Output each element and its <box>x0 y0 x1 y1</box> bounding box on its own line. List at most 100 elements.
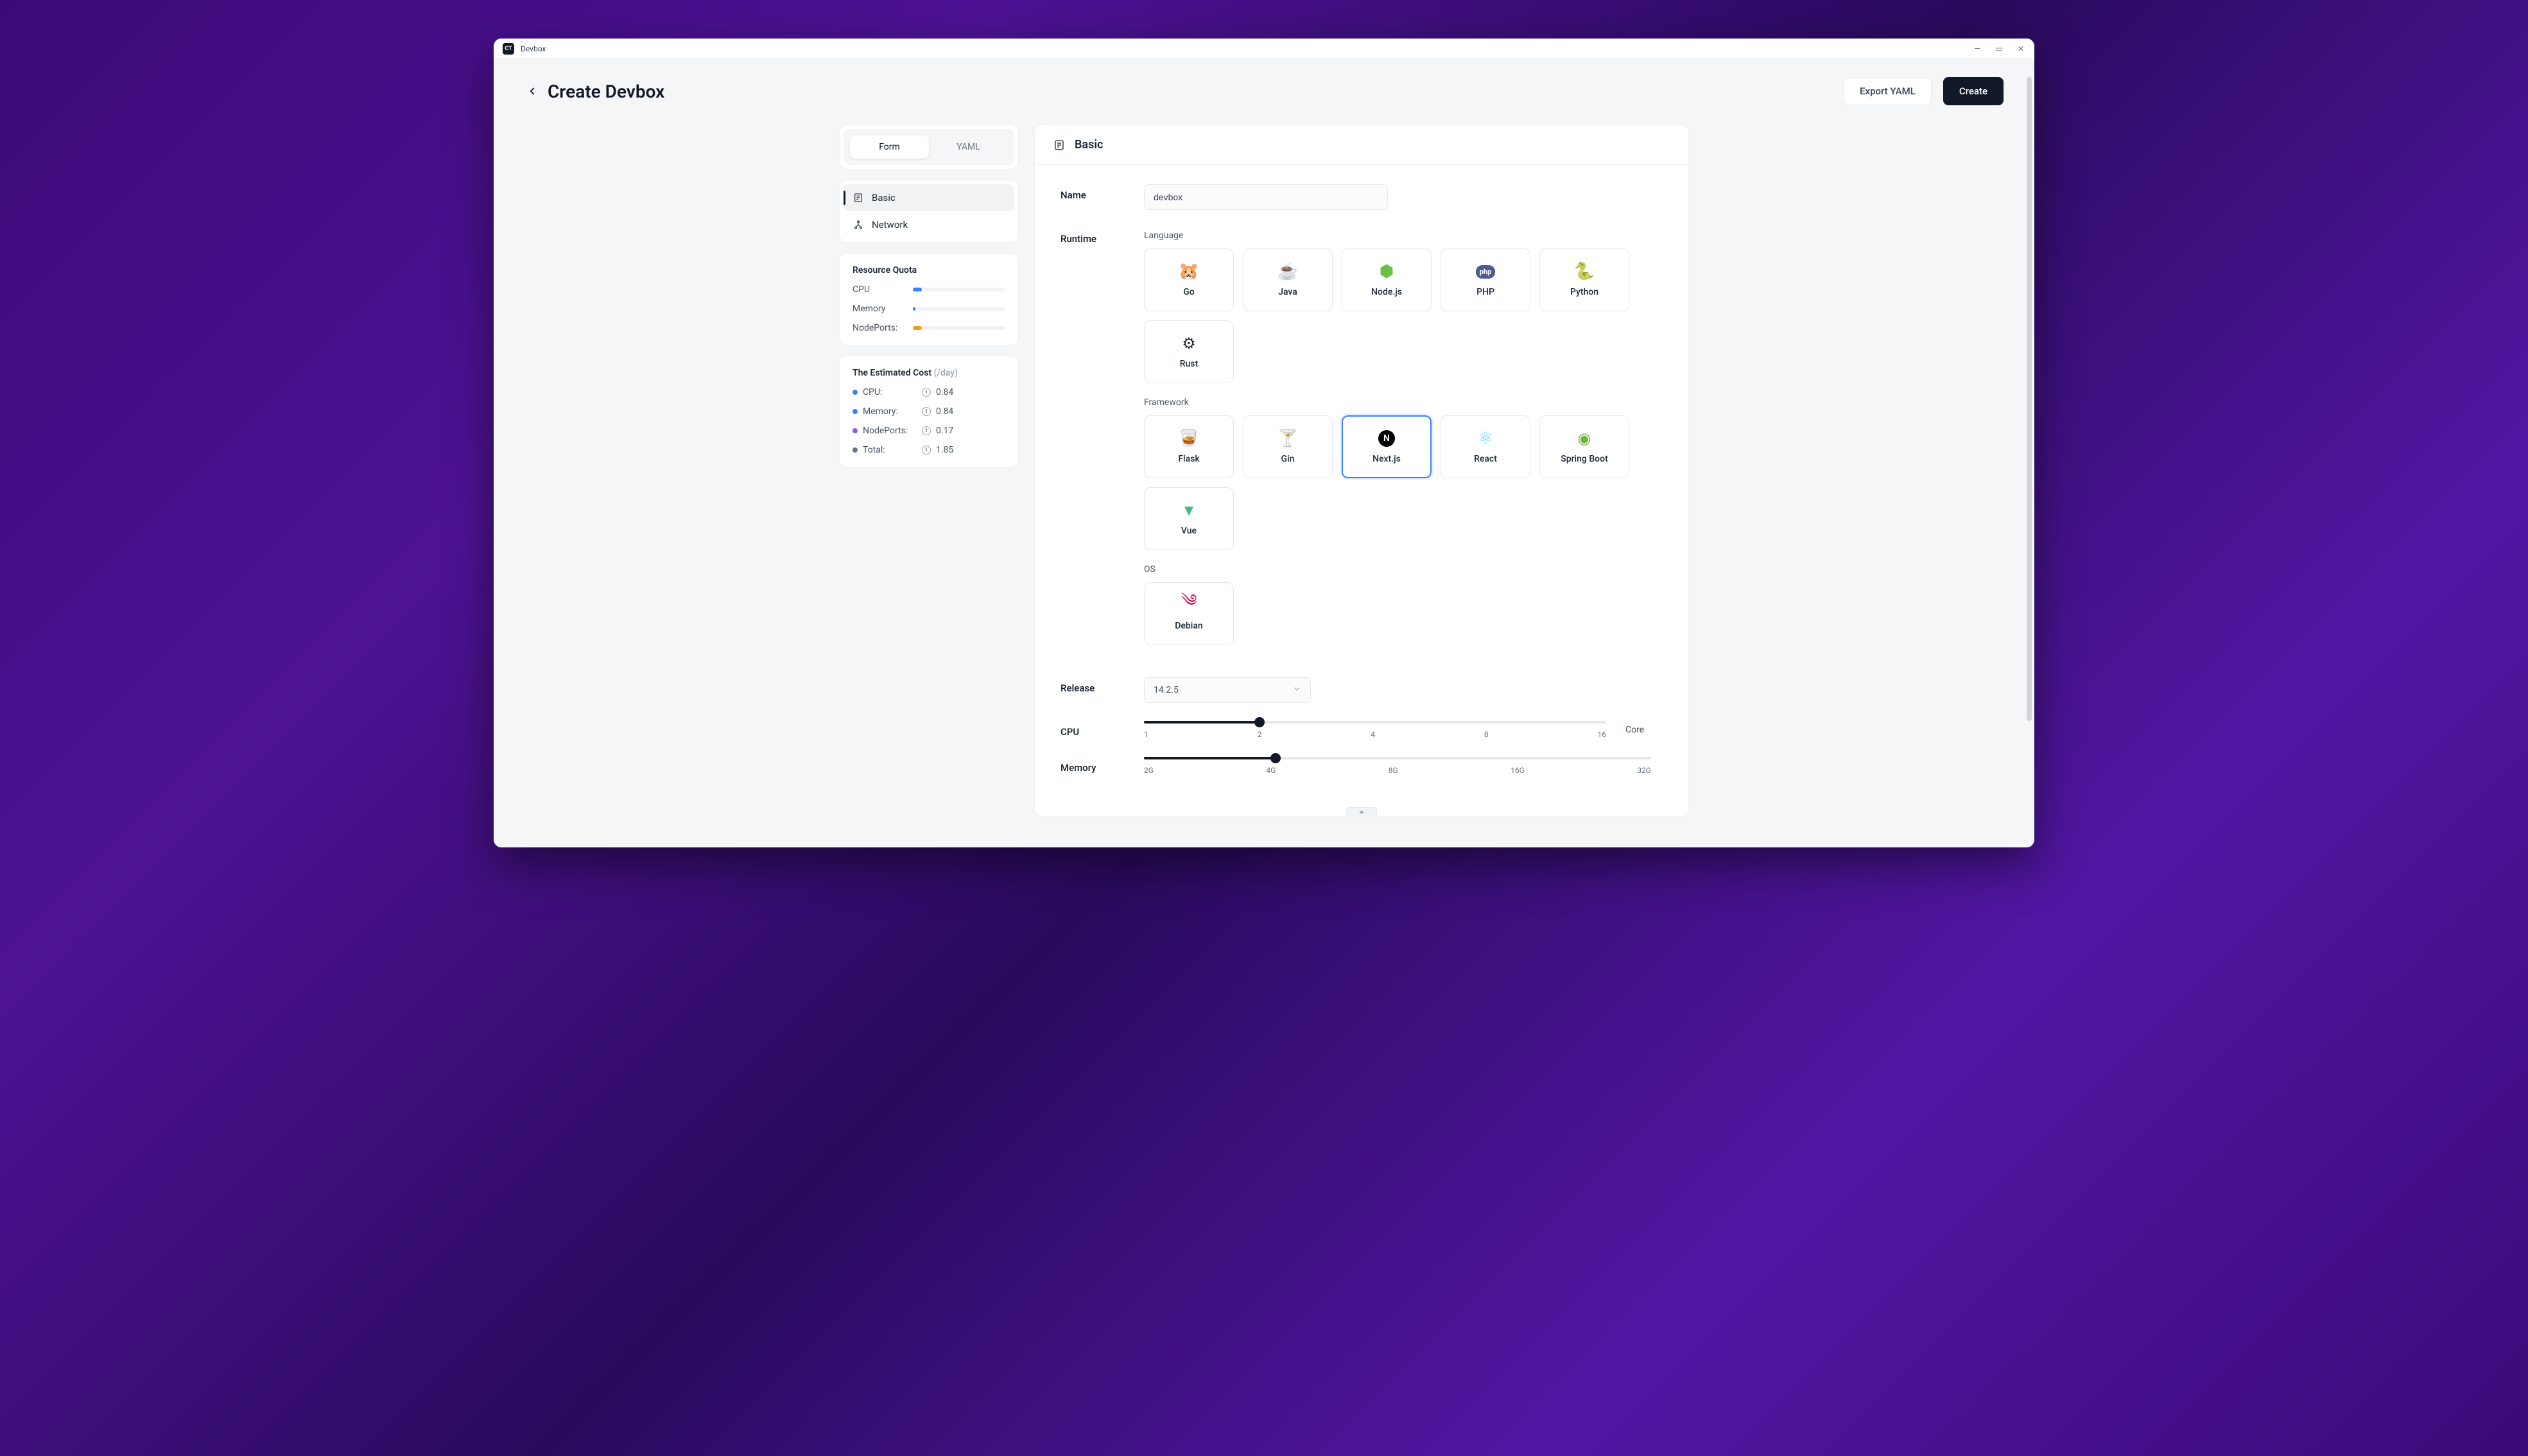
framework-tile-spring-boot[interactable]: ◉ Spring Boot <box>1539 415 1629 478</box>
name-label: Name <box>1061 184 1144 201</box>
language-tile-java[interactable]: ☕ Java <box>1243 248 1333 311</box>
scrollbar[interactable] <box>2027 77 2032 835</box>
back-button[interactable] <box>524 83 540 99</box>
slider-tick: 1 <box>1144 730 1148 739</box>
cost-value: 1.85 <box>936 445 953 455</box>
language-tile-python[interactable]: 🐍 Python <box>1539 248 1629 311</box>
go-icon: 🐹 <box>1180 263 1198 281</box>
slider-tick: 8 <box>1484 730 1489 739</box>
app-window: CT Devbox — ▭ ✕ Create Devbox Export YAM… <box>494 39 2034 847</box>
memory-slider-thumb[interactable] <box>1270 753 1281 763</box>
nav-item-label: Network <box>872 219 908 230</box>
java-icon: ☕ <box>1279 263 1297 281</box>
drawer-handle[interactable] <box>1346 807 1377 816</box>
cost-row: CPU: 0.84 <box>853 387 1005 397</box>
nav-item-basic[interactable]: Basic <box>844 184 1014 211</box>
language-tile-rust[interactable]: ⚙ Rust <box>1144 320 1234 383</box>
view-toggle: Form YAML <box>846 132 1012 162</box>
create-button[interactable]: Create <box>1943 77 2004 105</box>
quota-row: Memory <box>853 304 1005 314</box>
python-icon: 🐍 <box>1575 263 1593 281</box>
react-icon: ⚛ <box>1476 429 1494 447</box>
titlebar: CT Devbox — ▭ ✕ <box>494 39 2034 59</box>
language-tile-node-js[interactable]: ⬢ Node.js <box>1342 248 1432 311</box>
framework-tile-vue[interactable]: ▼ Vue <box>1144 487 1234 550</box>
tile-label: Node.js <box>1371 287 1402 297</box>
cost-value: 0.84 <box>936 406 953 417</box>
memory-slider[interactable] <box>1144 757 1651 759</box>
cost-label: CPU: <box>863 387 882 397</box>
panel-title: Basic <box>1075 138 1103 152</box>
sidebar: Form YAML Basic <box>839 125 1019 817</box>
quota-bar <box>913 288 1005 291</box>
cost-value: 0.84 <box>936 387 953 397</box>
cpu-unit: Core <box>1625 725 1644 735</box>
tile-label: Python <box>1570 287 1598 297</box>
framework-tile-gin[interactable]: 🍸 Gin <box>1243 415 1333 478</box>
cpu-label: CPU <box>1061 721 1144 738</box>
vue-icon: ▼ <box>1180 501 1198 519</box>
tab-form[interactable]: Form <box>850 135 929 159</box>
app-logo-icon: CT <box>503 43 514 55</box>
slider-tick: 2 <box>1258 730 1262 739</box>
tile-label: PHP <box>1476 287 1494 297</box>
coin-icon <box>922 426 931 435</box>
spring-boot-icon: ◉ <box>1575 429 1593 447</box>
os-label: OS <box>1144 564 1663 575</box>
language-tile-go[interactable]: 🐹 Go <box>1144 248 1234 311</box>
maximize-button[interactable]: ▭ <box>1995 44 2004 53</box>
memory-label: Memory <box>1061 757 1144 774</box>
cost-row: NodePorts: 0.17 <box>853 426 1005 436</box>
slider-tick: 2G <box>1144 766 1154 775</box>
quota-bar <box>913 307 1005 311</box>
page-title: Create Devbox <box>548 81 664 102</box>
framework-label: Framework <box>1144 397 1663 408</box>
language-tile-php[interactable]: php PHP <box>1441 248 1530 311</box>
cpu-slider[interactable] <box>1144 721 1606 724</box>
quota-row: CPU <box>853 284 1005 295</box>
cost-value: 0.17 <box>936 426 953 436</box>
main-panel: Basic Name Runtime Language 🐹 Go☕ Ja <box>1034 125 1689 817</box>
slider-tick: 4 <box>1371 730 1375 739</box>
framework-tile-next-js[interactable]: N Next.js <box>1342 415 1432 478</box>
estimated-cost-title: The Estimated Cost (/day) <box>853 368 1005 378</box>
slider-tick: 32G <box>1637 766 1651 775</box>
name-input[interactable] <box>1144 184 1388 210</box>
release-value: 14.2.5 <box>1154 685 1179 695</box>
estimated-cost-card: The Estimated Cost (/day) CPU: 0.84Memor… <box>839 356 1019 467</box>
language-label: Language <box>1144 230 1663 241</box>
framework-tile-flask[interactable]: 🥃 Flask <box>1144 415 1234 478</box>
close-button[interactable]: ✕ <box>2016 44 2025 53</box>
cost-label: NodePorts: <box>863 426 908 436</box>
slider-tick: 4G <box>1266 766 1276 775</box>
rust-icon: ⚙ <box>1180 334 1198 352</box>
page-header: Create Devbox Export YAML Create <box>494 59 2034 117</box>
next-js-icon: N <box>1378 429 1396 447</box>
tab-yaml[interactable]: YAML <box>929 135 1008 159</box>
window-title: Devbox <box>521 44 546 53</box>
tile-label: Gin <box>1281 454 1295 464</box>
tile-label: Go <box>1183 287 1194 297</box>
document-icon <box>853 192 864 204</box>
nav-item-label: Basic <box>872 192 896 204</box>
tile-label: React <box>1474 454 1497 464</box>
quota-label: CPU <box>853 284 905 295</box>
nav-item-network[interactable]: Network <box>844 211 1014 238</box>
export-yaml-button[interactable]: Export YAML <box>1844 77 1932 105</box>
resource-quota-title: Resource Quota <box>853 265 1005 275</box>
os-tile-debian[interactable]: ༄ Debian <box>1144 582 1234 645</box>
cpu-slider-thumb[interactable] <box>1254 717 1265 727</box>
coin-icon <box>922 388 931 397</box>
quota-bar <box>913 326 1005 330</box>
release-select[interactable]: 14.2.5 <box>1144 677 1311 703</box>
slider-tick: 16 <box>1598 730 1607 739</box>
cost-row: Memory: 0.84 <box>853 406 1005 417</box>
framework-tile-react[interactable]: ⚛ React <box>1441 415 1530 478</box>
tile-label: Vue <box>1181 526 1197 536</box>
cost-label: Total: <box>863 445 885 455</box>
tile-label: Flask <box>1178 454 1199 464</box>
tile-label: Java <box>1278 287 1297 297</box>
flask-icon: 🥃 <box>1180 429 1198 447</box>
resource-quota-card: Resource Quota CPU Memory NodePorts: <box>839 253 1019 345</box>
minimize-button[interactable]: — <box>1973 44 1982 53</box>
